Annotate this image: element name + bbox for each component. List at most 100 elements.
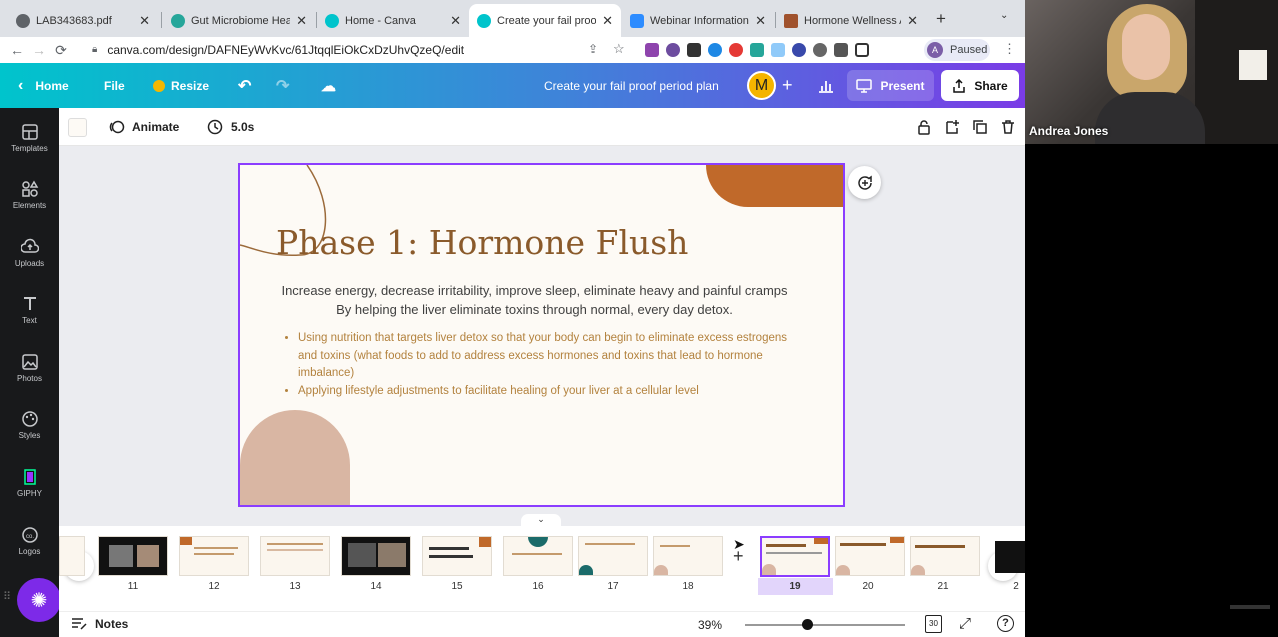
canva-icon: [477, 13, 491, 28]
reload-icon[interactable]: ⟳: [50, 42, 72, 59]
page-thumbnail[interactable]: [503, 536, 573, 576]
browser-tab[interactable]: Home - Canva ✕: [317, 4, 469, 37]
duration-button[interactable]: 5.0s: [207, 119, 254, 135]
page-thumbnail[interactable]: [260, 536, 330, 576]
photos-icon: [21, 354, 38, 370]
editor-sidebar: Templates Elements Uploads Text Photos S…: [0, 108, 61, 637]
close-icon[interactable]: ✕: [139, 13, 150, 29]
browser-tab-active[interactable]: Create your fail proof ✕: [469, 4, 621, 37]
menu-icon[interactable]: ⋮: [1003, 41, 1016, 57]
duplicate-icon[interactable]: [972, 119, 988, 135]
extension-icon[interactable]: [645, 43, 659, 57]
animate-button[interactable]: Animate: [109, 119, 179, 135]
lock-icon[interactable]: [916, 119, 932, 135]
notes-button[interactable]: Notes: [71, 617, 128, 631]
page-thumbnail[interactable]: [995, 541, 1025, 573]
sidebar-item-giphy[interactable]: GIPHY: [0, 468, 59, 498]
design-title[interactable]: Create your fail proof period plan: [544, 63, 719, 108]
insights-chart-icon[interactable]: [818, 63, 834, 108]
sidebar-item-text[interactable]: Text: [0, 295, 59, 325]
extension-icon[interactable]: [792, 43, 806, 57]
puzzle-icon[interactable]: [834, 43, 848, 57]
redo-icon[interactable]: ↷: [276, 63, 289, 108]
resize-button[interactable]: Resize: [153, 63, 209, 108]
zoom-slider-track[interactable]: [745, 624, 905, 626]
page-thumbnail[interactable]: [910, 536, 980, 576]
grid-view-button[interactable]: 30: [925, 615, 942, 633]
close-icon[interactable]: ✕: [450, 13, 461, 29]
elements-icon: [21, 180, 38, 197]
avatar[interactable]: M: [747, 71, 776, 100]
forward-icon[interactable]: →: [28, 42, 50, 58]
sidebar-item-logos[interactable]: co. Logos: [0, 526, 59, 556]
background-color-swatch[interactable]: [68, 118, 87, 137]
page-thumbnail[interactable]: [578, 536, 648, 576]
slide-page[interactable]: Phase 1: Hormone Flush Increase energy, …: [238, 163, 845, 507]
extension-icon[interactable]: [666, 43, 680, 57]
link-icon[interactable]: [771, 43, 785, 57]
close-icon[interactable]: ✕: [907, 13, 918, 29]
slide-title[interactable]: Phase 1: Hormone Flush: [276, 223, 688, 262]
zoom-percentage[interactable]: 39%: [698, 618, 722, 632]
editor-footer: Notes 39% 30 ⤢ ?: [59, 611, 1025, 637]
page-thumbnail[interactable]: [59, 536, 85, 576]
help-icon[interactable]: ?: [997, 615, 1014, 632]
share-icon: [953, 78, 966, 93]
extension-icon[interactable]: [813, 43, 827, 57]
share-page-icon[interactable]: ⇪: [588, 42, 598, 56]
profile-button[interactable]: A Paused: [924, 39, 990, 61]
page-number: 16: [532, 581, 544, 592]
browser-tab[interactable]: Webinar Information - ✕: [622, 4, 774, 37]
slide-subtitle[interactable]: By helping the liver eliminate toxins th…: [240, 302, 829, 317]
back-icon[interactable]: ←: [6, 42, 28, 58]
slide-subtitle[interactable]: Increase energy, decrease irritability, …: [240, 283, 829, 298]
browser-tab[interactable]: Hormone Wellness Ac ✕: [776, 4, 926, 37]
decorative-orange-shape: [706, 165, 843, 207]
collapse-filmstrip-icon[interactable]: ⌄: [521, 514, 561, 528]
sidebar-item-uploads[interactable]: Uploads: [0, 238, 59, 268]
sidepanel-icon[interactable]: [855, 43, 869, 57]
sidebar-item-photos[interactable]: Photos: [0, 353, 59, 383]
new-tab-icon[interactable]: +: [936, 9, 946, 29]
comment-button[interactable]: [848, 166, 881, 199]
close-icon[interactable]: ✕: [296, 13, 307, 29]
tab-search-icon[interactable]: ⌄: [1000, 10, 1008, 21]
page-thumbnail[interactable]: [341, 536, 411, 576]
sidebar-item-styles[interactable]: Styles: [0, 410, 59, 440]
drag-handle-icon[interactable]: ⠿: [3, 592, 11, 603]
page-thumbnail[interactable]: [422, 536, 492, 576]
present-button[interactable]: Present: [847, 70, 934, 101]
slide-bullet-list[interactable]: Using nutrition that targets liver detox…: [296, 330, 806, 400]
share-button[interactable]: Share: [941, 70, 1019, 101]
extension-icon[interactable]: [750, 43, 764, 57]
browser-tab[interactable]: Gut Microbiome Healt ✕: [163, 4, 315, 37]
page-thumbnail-selected[interactable]: [760, 536, 830, 577]
file-menu[interactable]: File: [104, 63, 125, 108]
trash-icon[interactable]: [1000, 119, 1016, 135]
add-collaborator-icon[interactable]: +: [782, 63, 793, 108]
bookmark-star-icon[interactable]: ☆: [613, 41, 625, 57]
sidebar-item-templates[interactable]: Templates: [0, 123, 59, 153]
close-icon[interactable]: ✕: [602, 13, 613, 29]
page-thumbnail[interactable]: [98, 536, 168, 576]
page-thumbnail[interactable]: [653, 536, 723, 576]
page-thumbnail[interactable]: [835, 536, 905, 576]
home-button[interactable]: ‹ Home: [18, 63, 69, 108]
close-icon[interactable]: ✕: [755, 13, 766, 29]
magic-apps-button[interactable]: ✺: [17, 578, 61, 622]
undo-icon[interactable]: ↶: [238, 63, 251, 108]
page-thumbnail[interactable]: [179, 536, 249, 576]
extension-icon[interactable]: [687, 43, 701, 57]
page-number: 11: [127, 581, 139, 592]
browser-tab[interactable]: LAB343683.pdf ✕: [8, 4, 158, 37]
person-face: [1122, 14, 1170, 80]
sidebar-item-elements[interactable]: Elements: [0, 180, 59, 210]
url-field[interactable]: 🔒︎ canva.com/design/DAFNEyWvKvc/61JtqqlE…: [92, 39, 630, 60]
extension-icon[interactable]: [708, 43, 722, 57]
zoom-slider-handle[interactable]: [802, 619, 814, 630]
person-shirt: [1095, 92, 1205, 144]
cloud-saved-icon[interactable]: ☁︎: [321, 63, 336, 108]
fullscreen-icon[interactable]: ⤢: [959, 615, 971, 632]
add-page-icon[interactable]: [944, 119, 960, 135]
extension-icon[interactable]: [729, 43, 743, 57]
